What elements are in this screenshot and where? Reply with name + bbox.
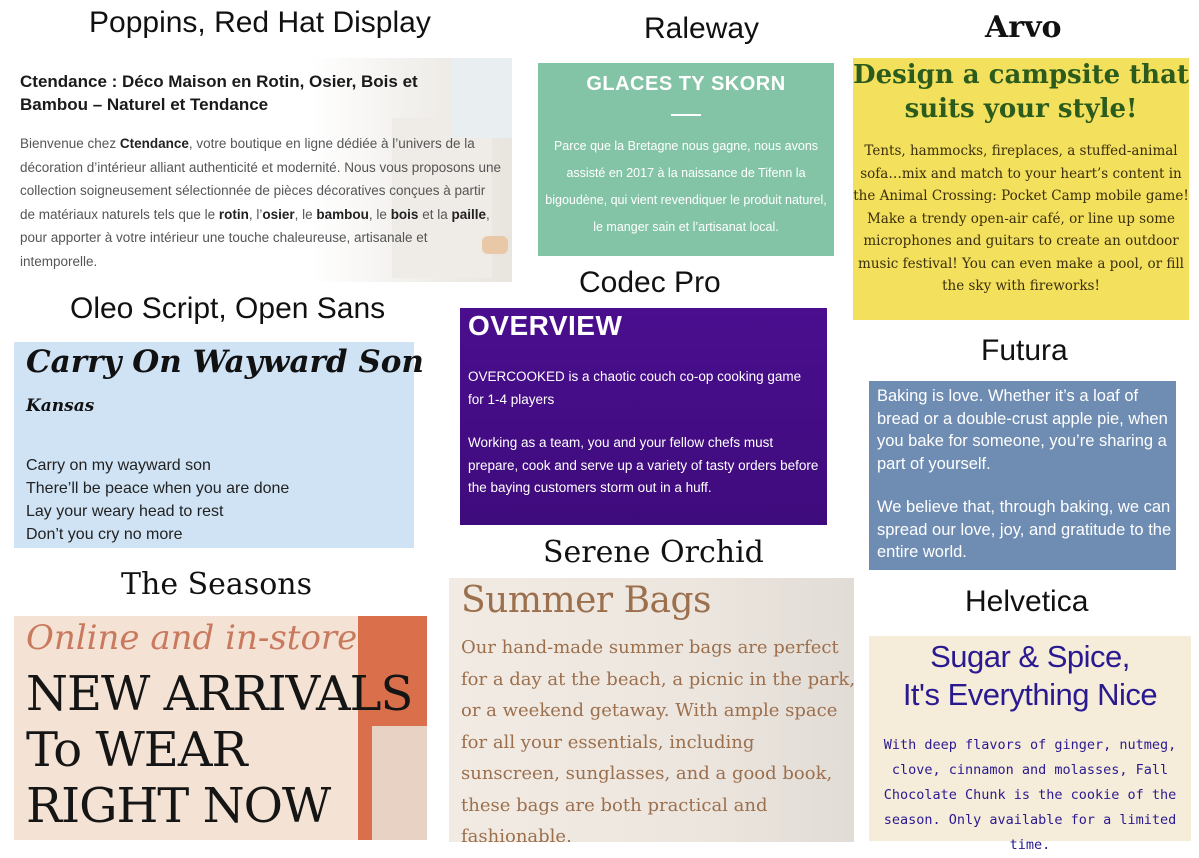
sample-body: Bienvenue chez Ctendance, votre boutique…	[20, 136, 502, 269]
heading-helvetica: Helvetica	[965, 585, 1089, 618]
heading-poppins: Poppins, Red Hat Display	[89, 6, 431, 39]
sample-title: GLACES TY SKORN	[586, 73, 786, 95]
sample-tagline: Online and in-store	[26, 618, 358, 658]
sample-title: Summer Bags	[461, 580, 712, 621]
title-line: It's Everything Nice	[902, 677, 1158, 712]
seasons-sample-panel: Online and in-store NEW ARRIVALS To WEAR…	[14, 616, 427, 840]
paragraph: OVERCOOKED is a chaotic couch co-op cook…	[468, 369, 802, 407]
divider	[671, 114, 701, 116]
sample-title: Sugar & Spice, It's Everything Nice	[869, 638, 1191, 714]
poppins-sample-panel: Ctendance : Déco Maison en Rotin, Osier,…	[12, 58, 512, 282]
sample-body: Our hand-made summer bags are perfect fo…	[461, 637, 854, 842]
heading-serene: Serene Orchid	[543, 535, 764, 570]
lyric-line: There’ll be peace when you are done	[26, 480, 290, 497]
sample-body: With deep flavors of ginger, nutmeg, clo…	[883, 737, 1177, 853]
oleo-sample-panel: Carry On Wayward Son Kansas Carry on my …	[14, 342, 424, 548]
sample-body: Baking is love. Whether it’s a loaf of b…	[877, 385, 1173, 564]
arvo-sample-panel: Design a campsite that suits your style!…	[853, 58, 1189, 320]
lyric-line: Don’t you cry no more	[26, 526, 183, 543]
sample-body: Parce que la Bretagne nous gagne, nous a…	[545, 139, 827, 234]
helvetica-sample-panel: Sugar & Spice, It's Everything Nice With…	[869, 636, 1191, 853]
paragraph: Working as a team, you and your fellow c…	[468, 435, 819, 495]
headline-line: RIGHT NOW	[26, 778, 331, 834]
background-photo	[372, 726, 427, 840]
codec-sample-panel: OVERVIEW OVERCOOKED is a chaotic couch c…	[460, 308, 827, 525]
sample-title: Design a campsite that suits your style!	[853, 60, 1189, 124]
heading-arvo: Arvo	[985, 10, 1062, 45]
paragraph: We believe that, through baking, we can …	[877, 498, 1172, 561]
headline-line: NEW ARRIVALS	[26, 666, 413, 722]
sample-title: OVERVIEW	[468, 310, 623, 341]
paragraph: Baking is love. Whether it’s a loaf of b…	[877, 387, 1168, 473]
sample-title: Carry On Wayward Son	[26, 344, 424, 380]
sample-subtitle: Kansas	[26, 396, 95, 416]
lyric-line: Lay your weary head to rest	[26, 503, 224, 520]
sample-title: Ctendance : Déco Maison en Rotin, Osier,…	[20, 72, 418, 114]
heading-futura: Futura	[981, 334, 1068, 367]
heading-oleo: Oleo Script, Open Sans	[70, 292, 386, 325]
heading-raleway: Raleway	[644, 12, 760, 45]
heading-seasons: The Seasons	[121, 567, 312, 602]
headline-line: To WEAR	[26, 722, 248, 778]
sample-body: OVERCOOKED is a chaotic couch co-op cook…	[468, 366, 820, 500]
heading-codec: Codec Pro	[579, 266, 721, 299]
serene-sample-panel: Summer Bags Our hand-made summer bags ar…	[449, 578, 854, 842]
lyric-line: Carry on my wayward son	[26, 457, 211, 474]
raleway-sample-panel: GLACES TY SKORN Parce que la Bretagne no…	[538, 63, 834, 256]
futura-sample-panel: Baking is love. Whether it’s a loaf of b…	[869, 381, 1176, 570]
sample-body: Tents, hammocks, fireplaces, a stuffed-a…	[853, 143, 1189, 294]
title-line: Sugar & Spice,	[930, 639, 1130, 674]
